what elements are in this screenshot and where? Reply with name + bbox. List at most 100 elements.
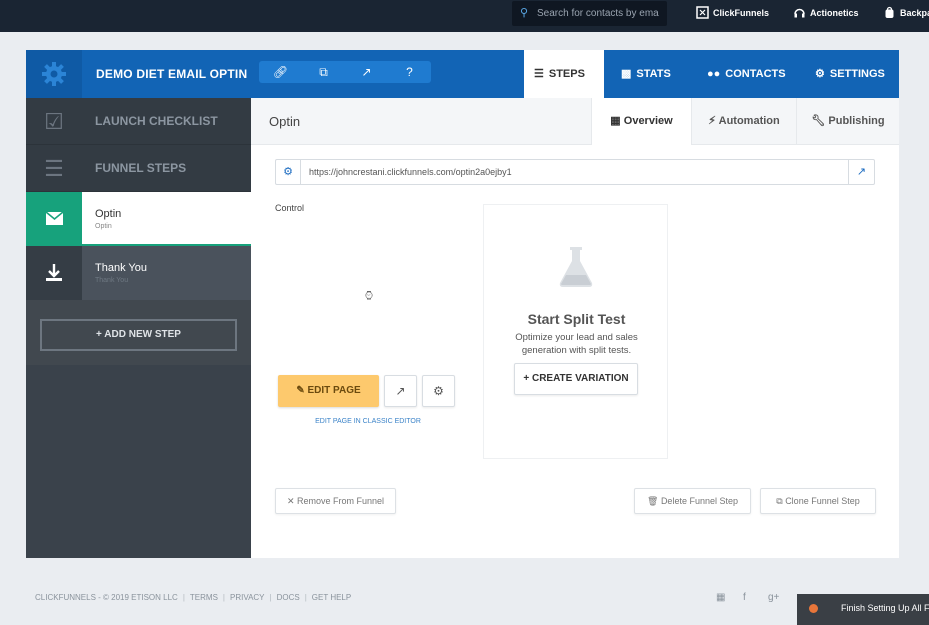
step-subtitle: Optin — [95, 223, 112, 230]
bar-chart-icon: ▩ — [621, 68, 632, 80]
tab-publishing[interactable]: 🔧︎ Publishing — [796, 98, 899, 145]
tab-stats[interactable]: ▩ STATS — [611, 50, 681, 98]
page-url-field[interactable]: ⚙ https://johncrestani.clickfunnels.com/… — [275, 159, 875, 185]
step-name: Thank You — [95, 262, 147, 274]
page-url-text: https://johncrestani.clickfunnels.com/op… — [309, 167, 512, 177]
control-label: Control — [275, 203, 305, 213]
tab-settings-label: SETTINGS — [829, 68, 885, 80]
tab-contacts[interactable]: ●● CONTACTS — [697, 50, 796, 98]
create-variation-button[interactable]: + CREATE VARIATION — [514, 363, 638, 395]
docs-link[interactable]: DOCS — [277, 593, 300, 602]
divider: | — [222, 593, 225, 602]
remove-from-funnel-button[interactable]: ✕ Remove From Funnel — [275, 488, 396, 514]
external-link-icon[interactable]: ↗ — [345, 61, 388, 83]
sidebar-item-label: LAUNCH CHECKLIST — [95, 114, 218, 128]
privacy-link[interactable]: PRIVACY — [230, 593, 265, 602]
gear-icon[interactable]: ⚙ — [276, 160, 301, 184]
search-contacts-input[interactable]: ⚲ Search for contacts by ema — [512, 1, 667, 26]
funnel-step-thank-you[interactable]: Thank You Thank You — [26, 246, 251, 300]
funnel-step-optin[interactable]: Optin Optin — [26, 192, 251, 251]
sidebar-item-launch-checklist[interactable]: ☑ LAUNCH CHECKLIST — [26, 98, 251, 145]
blog-icon[interactable]: ▦ — [716, 592, 725, 603]
clickfunnels-label: ClickFunnels — [713, 8, 770, 18]
grid-icon: ▦ — [610, 115, 621, 127]
finish-setup-button[interactable]: Finish Setting Up All Fu — [797, 594, 929, 625]
terms-link[interactable]: TERMS — [190, 593, 218, 602]
finish-setup-label: Finish Setting Up All Fu — [841, 603, 929, 613]
status-dot-icon — [809, 604, 818, 613]
tab-contacts-label: CONTACTS — [725, 68, 786, 80]
funnel-header: DEMO DIET EMAIL OPTIN 🔗︎ ⧉ ↗ ? ☰ STEPS ▩ S… — [26, 50, 899, 98]
edit-icon: ✎ — [296, 385, 305, 396]
edit-page-button[interactable]: ✎ EDIT PAGE — [278, 375, 379, 407]
step-subheader: Optin ▦ Overview ⚡︎ Automation 🔧︎ Publis… — [251, 98, 899, 145]
split-test-title: Start Split Test — [527, 311, 626, 327]
external-link-icon[interactable]: ↗ — [848, 160, 874, 184]
gear-icon: ⚙ — [433, 384, 444, 398]
envelope-icon — [26, 192, 82, 251]
page-settings-button[interactable]: ⚙ — [422, 375, 455, 407]
clickfunnels-logo-icon — [696, 6, 709, 19]
edit-page-classic-editor-link[interactable]: EDIT PAGE IN CLASSIC EDITOR — [278, 418, 458, 425]
add-new-step-button[interactable]: + ADD NEW STEP — [40, 319, 237, 351]
help-icon[interactable]: ? — [388, 61, 431, 83]
checkbox-icon: ☑ — [44, 109, 64, 134]
tab-settings[interactable]: ⚙ SETTINGS — [805, 50, 895, 98]
tab-steps-label: STEPS — [548, 68, 585, 80]
create-variation-label: CREATE VARIATION — [531, 373, 629, 384]
divider: | — [269, 593, 272, 602]
add-new-step-label: ADD NEW STEP — [104, 329, 181, 340]
step-subtitle: Thank You — [95, 277, 129, 284]
split-test-card: Start Split Test Optimize your lead and … — [483, 204, 668, 459]
link-icon[interactable]: 🔗︎ — [259, 61, 302, 83]
facebook-icon[interactable]: f — [743, 592, 746, 603]
google-plus-icon[interactable]: g+ — [768, 592, 779, 603]
top-navbar: ⚲ Search for contacts by ema ClickFunnel… — [0, 0, 929, 32]
gear-icon: ⚙ — [815, 68, 825, 80]
get-help-link[interactable]: GET HELP — [312, 593, 351, 602]
page-footer: CLICKFUNNELS - © 2019 ETISON LLC | TERMS | P… — [35, 593, 351, 602]
tab-automation[interactable]: ⚡︎ Automation — [691, 98, 796, 145]
wrench-icon: 🔧︎ — [811, 115, 826, 127]
tab-overview[interactable]: ▦ Overview — [591, 98, 691, 145]
external-link-icon: ↗ — [395, 384, 406, 398]
preview-page-button[interactable]: ↗ — [384, 375, 417, 407]
sidebar-item-label: FUNNEL STEPS — [95, 161, 187, 175]
divider: | — [182, 593, 185, 602]
close-icon: ✕ — [286, 496, 295, 506]
download-icon — [26, 246, 82, 300]
plus-icon: + — [523, 373, 532, 384]
users-icon: ●● — [707, 68, 721, 80]
funnel-panel: DEMO DIET EMAIL OPTIN 🔗︎ ⧉ ↗ ? ☰ STEPS ▩ S… — [26, 50, 899, 558]
actionetics-link[interactable]: Actionetics — [793, 0, 859, 27]
funnel-actions-bar: 🔗︎ ⧉ ↗ ? — [259, 61, 431, 83]
sidebar: ☑ LAUNCH CHECKLIST ☰ FUNNEL STEPS Optin … — [26, 98, 251, 558]
loading-spinner-icon: ⌚︎ — [363, 289, 376, 303]
backpack-link[interactable]: Backpa — [883, 0, 929, 27]
funnel-title: DEMO DIET EMAIL OPTIN — [96, 67, 248, 81]
delete-funnel-step-label: Delete Funnel Step — [660, 496, 738, 506]
delete-funnel-step-button[interactable]: 🗑︎ Delete Funnel Step — [634, 488, 751, 514]
backpack-label: Backpa — [900, 8, 929, 18]
funnel-settings-button[interactable] — [26, 50, 82, 98]
list-icon: ☰ — [44, 156, 64, 181]
copy-icon: ⧉ — [776, 496, 783, 506]
list-icon: ☰ — [534, 68, 544, 80]
sidebar-item-funnel-steps[interactable]: ☰ FUNNEL STEPS — [26, 145, 251, 192]
copy-icon[interactable]: ⧉ — [302, 61, 345, 83]
clickfunnels-link[interactable]: ClickFunnels — [696, 0, 769, 27]
backpack-icon — [885, 6, 894, 18]
tab-stats-label: STATS — [636, 68, 671, 80]
tab-overview-label: Overview — [623, 115, 673, 127]
step-main-content: Optin ▦ Overview ⚡︎ Automation 🔧︎ Publis… — [251, 98, 899, 558]
clone-funnel-step-button[interactable]: ⧉ Clone Funnel Step — [760, 488, 876, 514]
divider: | — [304, 593, 307, 602]
edit-page-label: EDIT PAGE — [307, 385, 361, 396]
search-icon: ⚲ — [520, 7, 529, 19]
step-title: Optin — [269, 114, 301, 129]
gear-icon — [42, 62, 66, 86]
split-test-description: Optimize your lead and sales generation … — [515, 332, 638, 356]
copyright-text: CLICKFUNNELS - © 2019 ETISON LLC — [35, 593, 178, 602]
tab-publishing-label: Publishing — [828, 115, 885, 127]
tab-steps[interactable]: ☰ STEPS — [524, 50, 604, 98]
